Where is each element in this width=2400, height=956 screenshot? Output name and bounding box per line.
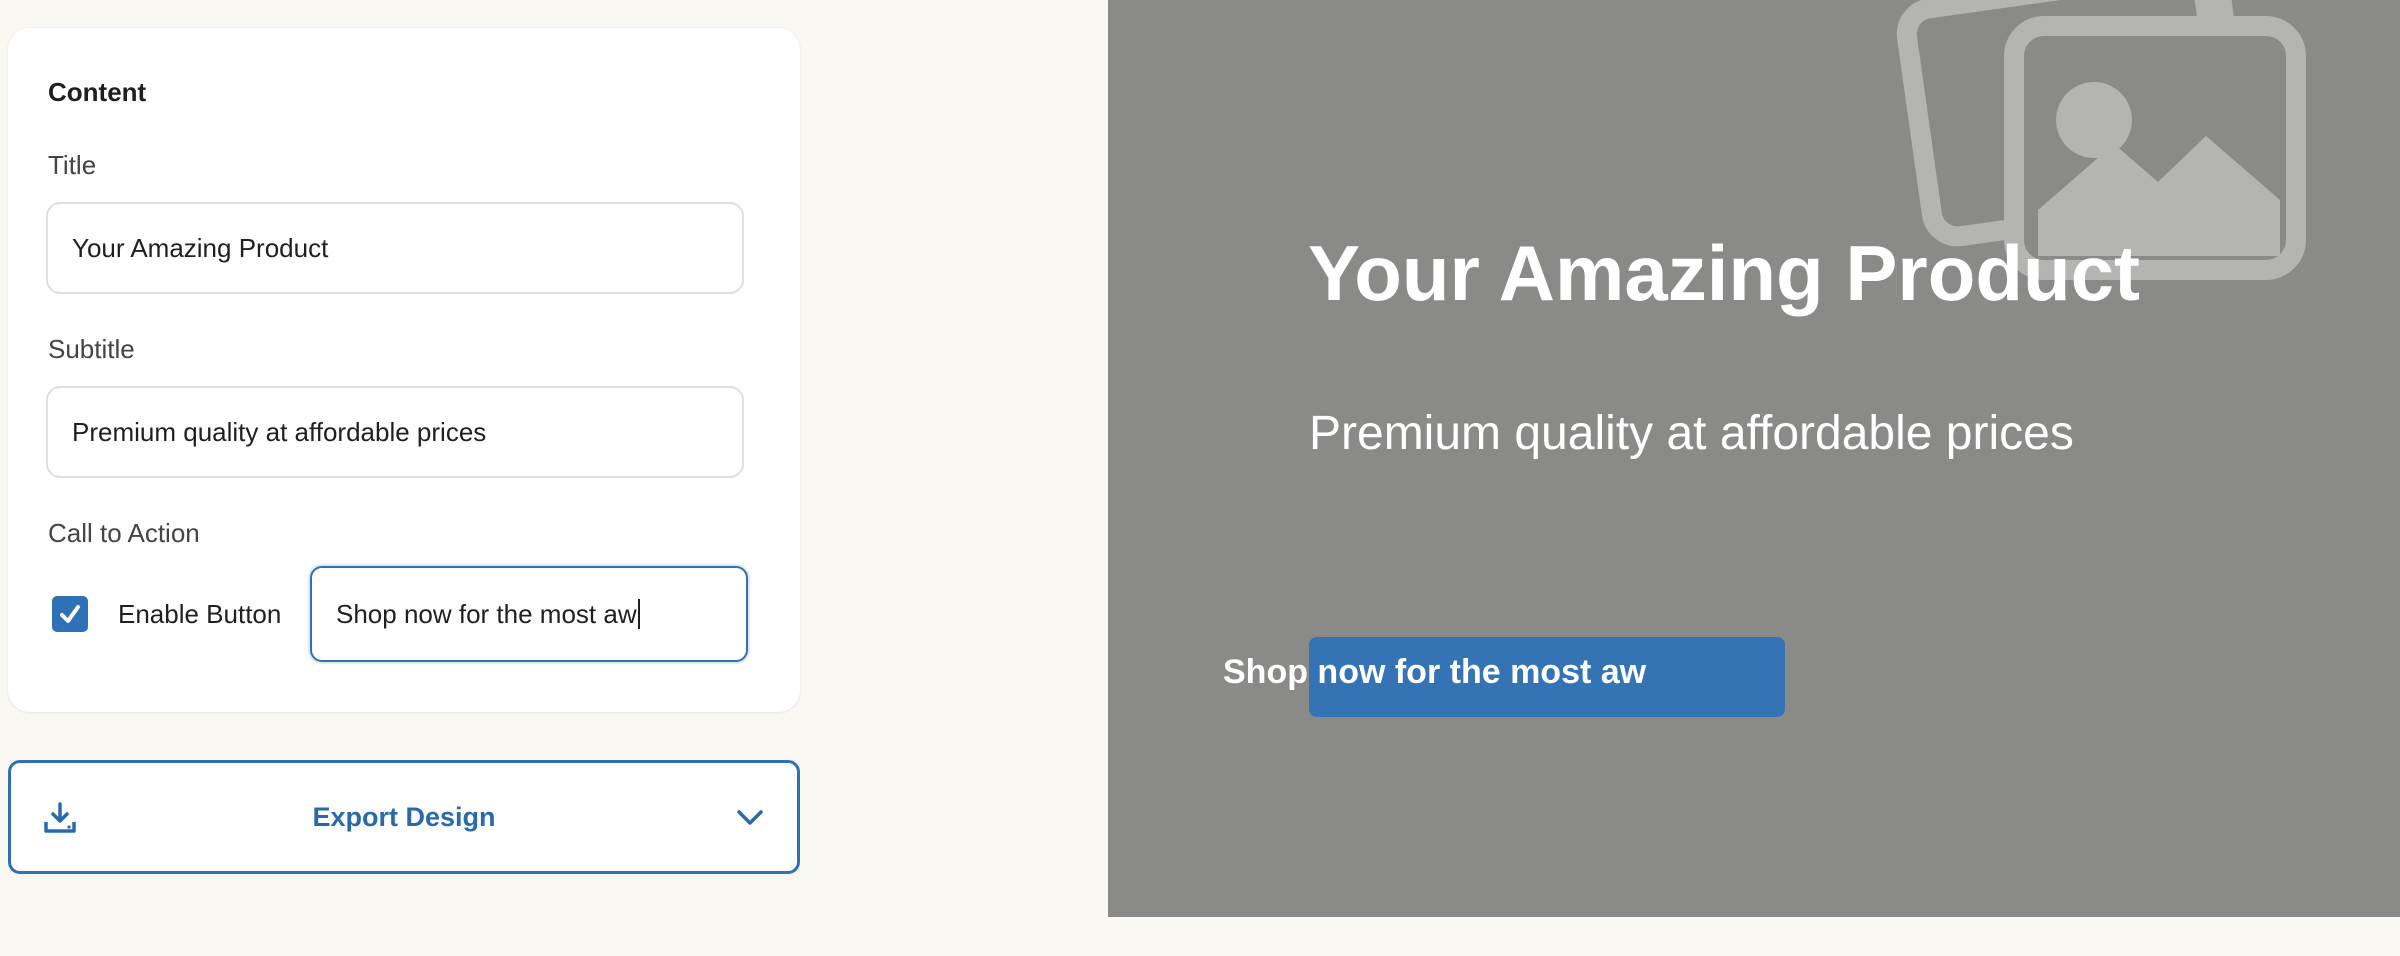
text-caret (637, 599, 640, 629)
cta-label: Call to Action (48, 518, 200, 548)
export-design-label: Export Design (312, 801, 496, 832)
cta-text-input[interactable]: Shop now for the most aw (310, 566, 748, 662)
section-title: Content (48, 77, 147, 107)
cta-row: Enable Button Shop now for the most aw (46, 566, 748, 662)
chevron-down-icon[interactable] (735, 805, 765, 829)
subtitle-label: Subtitle (48, 334, 135, 364)
cta-input-value: Shop now for the most aw (336, 598, 637, 629)
enable-button-checkbox[interactable] (52, 596, 88, 632)
preview-panel: Your Amazing Product Premium quality at … (1108, 0, 2400, 917)
preview-cta-text: Shop now for the most aw (1223, 653, 1647, 691)
subtitle-input[interactable]: Premium quality at affordable prices (46, 386, 744, 478)
export-design-button[interactable]: Export Design (8, 760, 800, 874)
subtitle-input-value: Premium quality at affordable prices (72, 416, 487, 447)
title-input[interactable]: Your Amazing Product (46, 202, 744, 294)
preview-subtitle: Premium quality at affordable prices (1309, 407, 2074, 460)
title-label: Title (48, 150, 97, 180)
title-input-value: Your Amazing Product (72, 232, 329, 263)
checkmark-icon (60, 605, 80, 623)
download-icon (44, 802, 76, 833)
enable-button-label[interactable]: Enable Button (118, 599, 281, 630)
preview-title: Your Amazing Product (1308, 229, 2141, 317)
